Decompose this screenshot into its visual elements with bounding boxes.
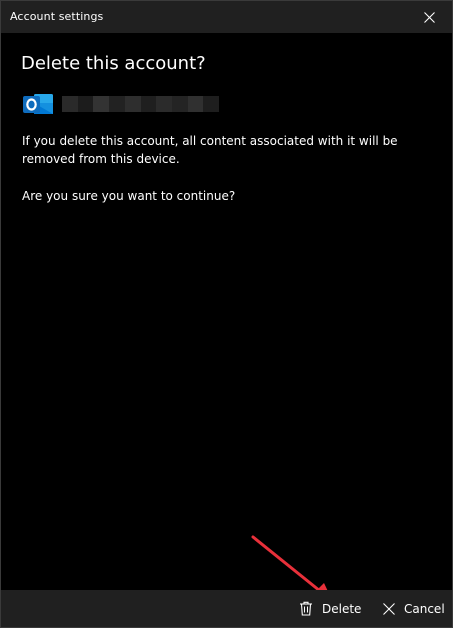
cancel-button-label: Cancel: [404, 601, 445, 616]
delete-button-label: Delete: [322, 601, 362, 616]
trash-icon: [299, 601, 313, 616]
title-bar: Account settings: [1, 1, 452, 33]
close-button[interactable]: [406, 1, 452, 33]
account-email-redacted: [62, 96, 220, 112]
cancel-button[interactable]: Cancel: [383, 590, 445, 627]
window-title: Account settings: [10, 10, 104, 23]
page-title: Delete this account?: [21, 53, 206, 74]
confirm-question-text: Are you sure you want to continue?: [22, 189, 236, 203]
close-icon: [423, 11, 435, 23]
outlook-icon: [23, 94, 53, 114]
cancel-x-icon: [383, 602, 395, 615]
delete-warning-text: If you delete this account, all content …: [22, 134, 398, 166]
account-settings-window: Account settings Delete this account? If…: [0, 0, 453, 628]
account-row: [21, 91, 321, 117]
delete-button[interactable]: Delete: [299, 590, 361, 627]
dialog-footer: Delete Cancel: [1, 590, 452, 627]
